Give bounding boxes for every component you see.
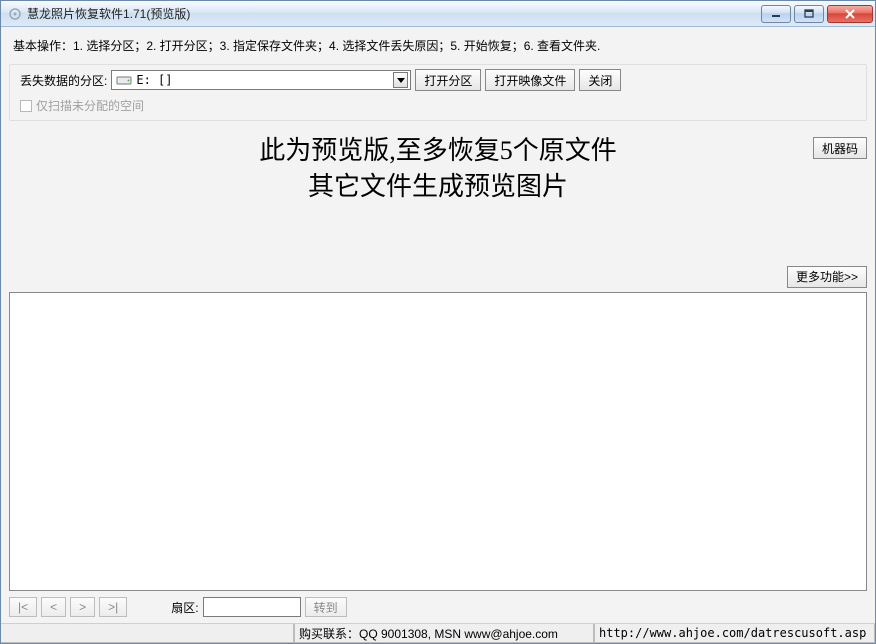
title-bar[interactable]: 慧龙照片恢复软件1.71(预览版): [1, 1, 875, 27]
only-unallocated-checkbox[interactable]: 仅扫描未分配的空间: [20, 97, 858, 114]
preview-line-1: 此为预览版,至多恢复5个原文件: [9, 133, 867, 169]
chevron-down-icon[interactable]: [393, 72, 408, 88]
status-bar: 购买联系：QQ 9001308, MSN www@ahjoe.com http:…: [1, 623, 875, 643]
close-partition-button[interactable]: 关闭: [579, 69, 621, 91]
partition-panel: 丢失数据的分区: E: [] 打开分区 打开映像文件 关闭 仅扫描未分配的空间: [9, 64, 867, 121]
partition-selected-value: E: []: [136, 73, 393, 87]
sector-label: 扇区:: [171, 599, 198, 616]
nav-first-button[interactable]: |<: [9, 597, 37, 617]
checkbox-icon: [20, 100, 32, 112]
sector-input[interactable]: [203, 597, 301, 617]
status-contact: 购买联系：QQ 9001308, MSN www@ahjoe.com: [294, 624, 594, 643]
goto-button[interactable]: 转到: [305, 597, 347, 617]
drive-icon: [116, 74, 132, 86]
app-icon: [7, 6, 23, 22]
nav-next-button[interactable]: >: [70, 597, 95, 617]
client-area: 基本操作：1. 选择分区；2. 打开分区；3. 指定保存文件夹；4. 选择文件丢…: [1, 27, 875, 623]
minimize-icon: [771, 9, 781, 19]
partition-label: 丢失数据的分区:: [20, 72, 107, 89]
close-icon: [844, 9, 856, 19]
preview-message: 此为预览版,至多恢复5个原文件 其它文件生成预览图片: [9, 133, 867, 206]
open-partition-button[interactable]: 打开分区: [415, 69, 481, 91]
instructions-text: 基本操作：1. 选择分区；2. 打开分区；3. 指定保存文件夹；4. 选择文件丢…: [9, 31, 867, 64]
partition-combobox[interactable]: E: []: [111, 70, 411, 90]
nav-prev-button[interactable]: <: [41, 597, 66, 617]
open-image-button[interactable]: 打开映像文件: [485, 69, 575, 91]
results-listbox[interactable]: [9, 292, 867, 591]
only-unallocated-label: 仅扫描未分配的空间: [36, 97, 144, 114]
nav-last-button[interactable]: >|: [99, 597, 127, 617]
minimize-button[interactable]: [761, 5, 791, 23]
maximize-icon: [804, 9, 814, 19]
more-features-button[interactable]: 更多功能>>: [787, 266, 867, 288]
window-title: 慧龙照片恢复软件1.71(预览版): [27, 5, 190, 22]
bottom-nav-row: |< < > >| 扇区: 转到: [9, 595, 867, 621]
app-window: 慧龙照片恢复软件1.71(预览版) 基本操作：1. 选择分区；2. 打开分区；3…: [0, 0, 876, 644]
preview-line-2: 其它文件生成预览图片: [9, 169, 867, 205]
status-cell-empty: [1, 624, 294, 643]
close-window-button[interactable]: [827, 5, 873, 23]
status-url[interactable]: http://www.ahjoe.com/datrescusoft.asp: [594, 624, 875, 643]
maximize-button[interactable]: [794, 5, 824, 23]
machine-code-button[interactable]: 机器码: [813, 137, 867, 159]
